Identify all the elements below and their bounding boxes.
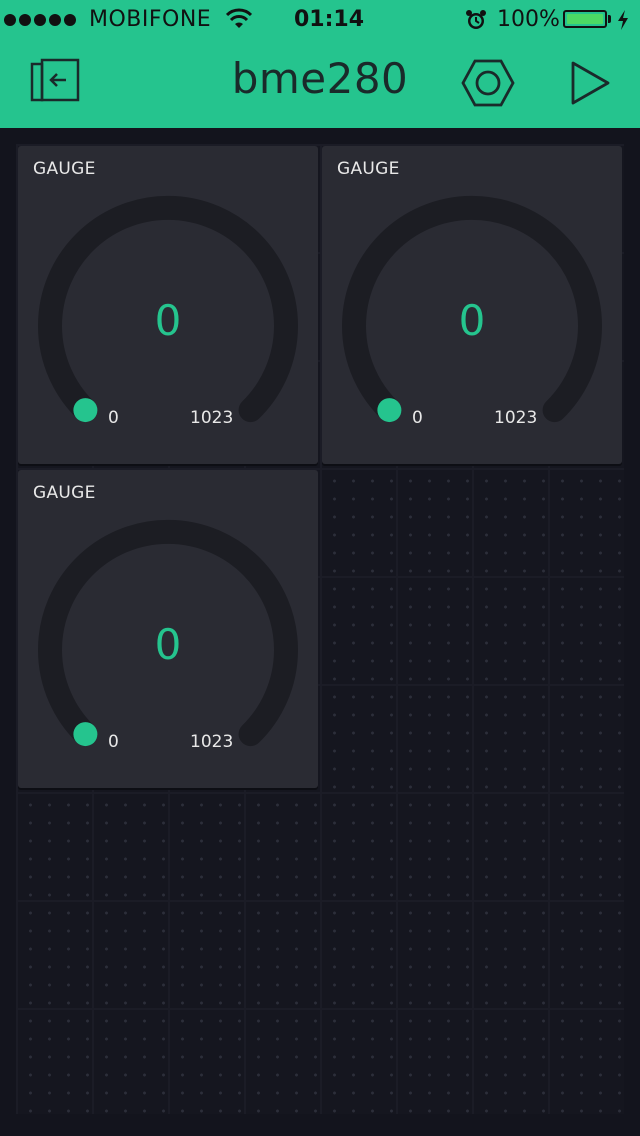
screen: MOBIFONE 01:14 100% bme280 GAUGE 0 0 102… [0, 0, 640, 1136]
status-bar: MOBIFONE 01:14 100% [0, 0, 640, 40]
app-header: MOBIFONE 01:14 100% bme280 [0, 0, 640, 128]
gauge-widget[interactable]: GAUGE 0 0 1023 [18, 470, 318, 788]
gauge-max-label: 1023 [190, 732, 234, 752]
gauge-value: 0 [154, 620, 182, 669]
gauge-max-label: 1023 [494, 408, 538, 428]
charging-icon [616, 9, 630, 35]
gauge-max-label: 1023 [190, 408, 234, 428]
widget-title: GAUGE [33, 483, 96, 503]
gauge-min-label: 0 [108, 408, 119, 428]
wifi-icon [225, 8, 253, 34]
gauge-value: 0 [154, 296, 182, 345]
gauge-widget[interactable]: GAUGE 0 0 1023 [18, 146, 318, 464]
gauge-indicator [73, 722, 98, 747]
gauge-value: 0 [458, 296, 486, 345]
signal-strength-icon [4, 14, 76, 26]
gauge-widget[interactable]: GAUGE 0 0 1023 [322, 146, 622, 464]
widget-title: GAUGE [337, 159, 400, 179]
gauge-indicator [377, 398, 402, 423]
alarm-icon [465, 9, 487, 35]
widget-title: GAUGE [33, 159, 96, 179]
battery-percent: 100% [497, 7, 560, 32]
back-icon[interactable] [28, 58, 84, 106]
carrier-name: MOBIFONE [89, 7, 212, 32]
gauge-indicator [73, 398, 98, 423]
gauge-min-label: 0 [412, 408, 423, 428]
clock-time: 01:14 [294, 7, 365, 32]
battery-icon [563, 10, 607, 28]
gauge-min-label: 0 [108, 732, 119, 752]
battery-tip [608, 15, 611, 23]
page-title: bme280 [231, 54, 409, 103]
play-icon[interactable] [568, 60, 612, 106]
settings-icon[interactable] [461, 56, 515, 110]
